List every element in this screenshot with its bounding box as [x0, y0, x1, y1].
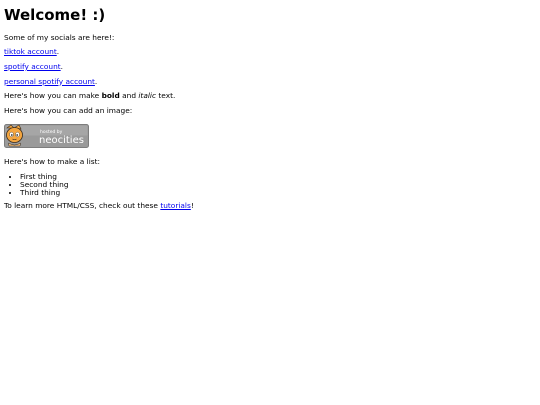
example-list: First thing Second thing Third thing — [4, 172, 528, 197]
footer-suffix: ! — [190, 201, 194, 211]
italic-word: italic — [138, 91, 157, 101]
social-link-suffix: . — [94, 76, 98, 86]
tiktok-link[interactable]: tiktok account — [4, 47, 57, 56]
neocities-badge[interactable]: hosted by neocities — [4, 123, 89, 148]
socials-intro: Some of my socials are here!: — [4, 32, 115, 42]
formatting-suffix: text. — [156, 91, 176, 101]
social-link-row-2: spotify account. — [4, 61, 528, 72]
social-link-suffix: . — [56, 47, 60, 57]
social-link-row-1: tiktok account. — [4, 47, 528, 57]
social-link-suffix: . — [60, 61, 64, 71]
social-link-row-3: personal spotify account. — [4, 76, 528, 87]
list-item: Second thing — [20, 180, 528, 189]
footer-prefix: To learn more HTML/CSS, check out these — [4, 201, 161, 211]
neocities-badge-link[interactable]: hosted by neocities — [4, 122, 89, 156]
list-intro: Here's how to make a list: — [4, 157, 100, 167]
tutorials-link[interactable]: tutorials — [160, 201, 191, 211]
formatting-middle: and — [119, 91, 139, 101]
list-item: Third thing — [20, 189, 528, 197]
badge-line-2: neocities — [39, 135, 84, 146]
list-item: First thing — [20, 172, 528, 181]
spotify-link[interactable]: spotify account — [4, 62, 61, 71]
bold-word: bold — [101, 91, 120, 101]
page-title: Welcome! :) — [4, 6, 106, 24]
image-intro: Here's how you can add an image: — [4, 106, 133, 116]
page: Welcome! :) Some of my socials are here!… — [0, 0, 532, 398]
formatting-example: Here's how you can make bold and italic … — [4, 92, 528, 101]
footer-text: To learn more HTML/CSS, check out these … — [4, 202, 528, 211]
personal-spotify-link[interactable]: personal spotify account — [4, 77, 95, 86]
formatting-prefix: Here's how you can make — [4, 91, 102, 101]
